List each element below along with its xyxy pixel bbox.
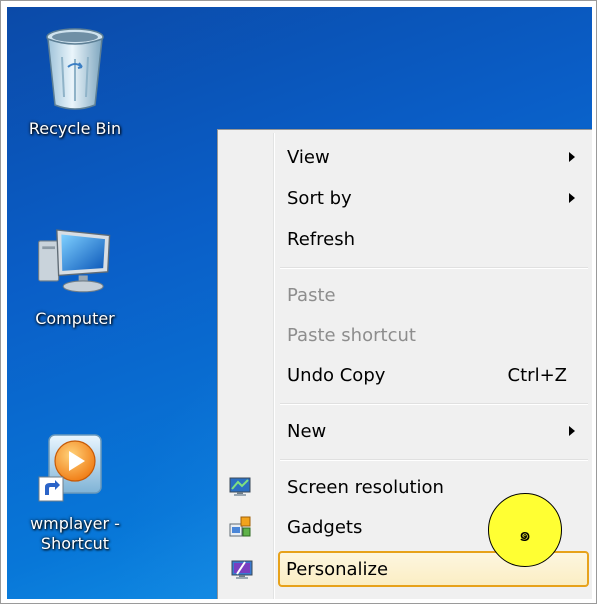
menu-item-label: Paste [287,284,336,306]
submenu-arrow-icon [569,193,575,203]
personalize-icon [231,559,253,581]
desktop-icon-label: Recycle Bin [28,119,122,138]
menu-item-label: Sort by [287,187,352,209]
desktop-icon-recycle-bin[interactable]: Recycle Bin [10,25,140,139]
desktop-icon-label: wmplayer - Shortcut [30,514,120,553]
screen-resolution-icon [229,476,251,498]
desktop-icon-wmplayer-shortcut[interactable]: wmplayer - Shortcut [10,420,140,554]
menu-item-label: Gadgets [287,516,363,538]
step-annotation-label: ๑ [518,522,532,546]
menu-item-label: Screen resolution [287,476,444,498]
submenu-arrow-icon [569,426,575,436]
desktop[interactable]: Recycle Bin Computer wmplayer - Shortcut… [7,7,592,599]
menu-item-refresh[interactable]: Refresh [221,220,591,258]
gadgets-icon [229,516,251,538]
desktop-icon-computer[interactable]: Computer [10,215,140,329]
step-annotation-marker: ๑ [488,493,562,567]
menu-item-label: New [287,420,327,442]
menu-item-view[interactable]: View [221,138,591,176]
menu-separator [280,267,588,269]
menu-separator [280,459,588,461]
windows-media-player-icon [35,420,115,510]
submenu-arrow-icon [569,152,575,162]
menu-item-paste[interactable]: Paste [221,276,591,314]
menu-item-label: Personalize [286,558,389,580]
desktop-icon-label: Computer [35,309,115,328]
recycle-bin-icon [35,25,115,115]
menu-item-label: View [287,146,330,168]
menu-item-label: Refresh [287,228,355,250]
menu-item-label: Undo Copy [287,364,386,386]
menu-item-new[interactable]: New [221,412,591,450]
menu-item-shortcut: Ctrl+Z [507,364,567,386]
computer-icon [35,215,115,305]
menu-item-sort-by[interactable]: Sort by [221,179,591,217]
menu-item-undo-copy[interactable]: Undo Copy Ctrl+Z [221,356,591,394]
menu-item-label: Paste shortcut [287,324,416,346]
screenshot-frame: Recycle Bin Computer wmplayer - Shortcut… [0,0,597,604]
menu-item-paste-shortcut[interactable]: Paste shortcut [221,316,591,354]
menu-separator [280,403,588,405]
